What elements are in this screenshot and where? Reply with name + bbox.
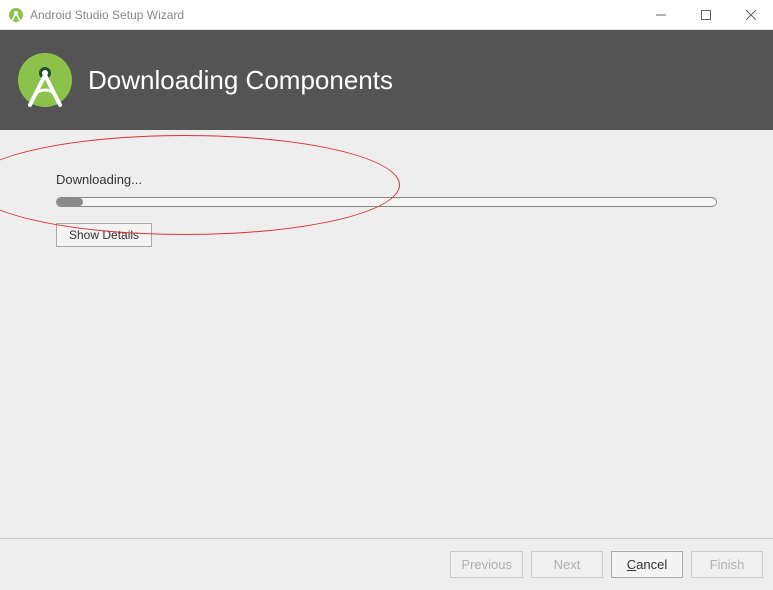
minimize-button[interactable] <box>638 0 683 30</box>
progress-bar <box>56 197 717 207</box>
show-details-button[interactable]: Show Details <box>56 223 152 247</box>
maximize-button[interactable] <box>683 0 728 30</box>
content-area: Downloading... Show Details <box>0 130 773 538</box>
header-banner: Downloading Components <box>0 30 773 130</box>
next-button: Next <box>531 551 603 578</box>
window-controls <box>638 0 773 30</box>
previous-button: Previous <box>450 551 523 578</box>
footer: Previous Next Cancel Finish <box>0 538 773 590</box>
titlebar: Android Studio Setup Wizard <box>0 0 773 30</box>
progress-fill <box>57 198 83 206</box>
status-label: Downloading... <box>56 172 717 187</box>
finish-button: Finish <box>691 551 763 578</box>
app-icon <box>8 7 24 23</box>
window-title: Android Studio Setup Wizard <box>30 8 184 22</box>
android-studio-icon <box>16 51 74 109</box>
close-button[interactable] <box>728 0 773 30</box>
page-title: Downloading Components <box>88 65 393 96</box>
cancel-button[interactable]: Cancel <box>611 551 683 578</box>
